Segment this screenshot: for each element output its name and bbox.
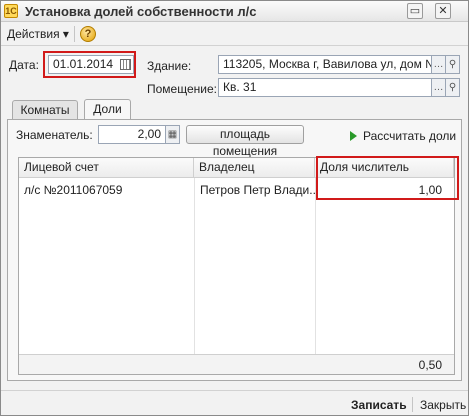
toolbar-separator	[74, 26, 75, 42]
actions-label: Действия	[7, 27, 60, 41]
ellipsis-icon: …	[433, 59, 444, 70]
premises-select-button[interactable]: …	[431, 78, 446, 97]
tab-rooms[interactable]: Комнаты	[12, 100, 78, 119]
column-header-account[interactable]: Лицевой счет	[19, 158, 194, 178]
footer-separator	[412, 397, 413, 412]
close-button[interactable]: Закрыть	[420, 398, 466, 412]
date-label: Дата:	[9, 58, 39, 72]
building-field[interactable]: 113205, Москва г, Вавилова ул, дом № 6	[218, 55, 432, 74]
building-value: 113205, Москва г, Вавилова ул, дом № 6	[223, 57, 432, 71]
date-highlight	[43, 51, 136, 78]
premises-field[interactable]: Кв. 31	[218, 78, 432, 97]
toolbar: Действия ▾ ?	[1, 23, 468, 45]
footer-divider	[1, 390, 468, 391]
building-label: Здание:	[147, 59, 192, 73]
close-icon[interactable]: ✕	[435, 3, 451, 19]
actions-menu-button[interactable]: Действия ▾	[7, 27, 69, 41]
title-bar: 1С Установка долей собственности л/с ▭ ✕	[1, 1, 468, 22]
chevron-down-icon: ▾	[62, 27, 69, 41]
help-icon[interactable]: ?	[80, 26, 96, 42]
play-icon	[350, 131, 357, 141]
calculator-icon[interactable]: ▦	[165, 125, 180, 144]
premises-label: Помещение:	[147, 82, 217, 96]
restore-icon[interactable]: ▭	[407, 3, 423, 19]
share-total: 0,50	[418, 358, 442, 372]
tab-shares[interactable]: Доли	[84, 99, 131, 119]
column-header-owner[interactable]: Владелец	[194, 158, 315, 178]
table-footer: 0,50	[19, 354, 454, 374]
building-select-button[interactable]: …	[431, 55, 446, 74]
calculate-button[interactable]: Рассчитать доли	[363, 129, 456, 143]
share-column-highlight	[316, 156, 459, 200]
ellipsis-icon: …	[433, 82, 444, 93]
search-icon: ⚲	[448, 82, 457, 93]
denominator-label: Знаменатель:	[16, 128, 93, 142]
app-icon: 1С	[4, 4, 18, 18]
premises-value: Кв. 31	[223, 80, 257, 94]
window-title: Установка долей собственности л/с	[25, 4, 257, 19]
denominator-value: 2,00	[137, 127, 161, 141]
cell-owner: Петров Петр Влади...	[200, 183, 315, 197]
cell-account: л/с №2011067059	[24, 183, 123, 197]
column-divider	[194, 178, 195, 354]
denominator-field[interactable]: 2,00	[98, 125, 166, 144]
area-button[interactable]: площадь помещения	[186, 125, 304, 158]
save-button[interactable]: Записать	[351, 398, 407, 412]
column-divider	[315, 178, 316, 354]
toolbar-divider	[1, 45, 468, 46]
search-icon: ⚲	[448, 59, 457, 70]
premises-search-button[interactable]: ⚲	[445, 78, 460, 97]
document-window: 1С Установка долей собственности л/с ▭ ✕…	[0, 0, 469, 416]
building-search-button[interactable]: ⚲	[445, 55, 460, 74]
